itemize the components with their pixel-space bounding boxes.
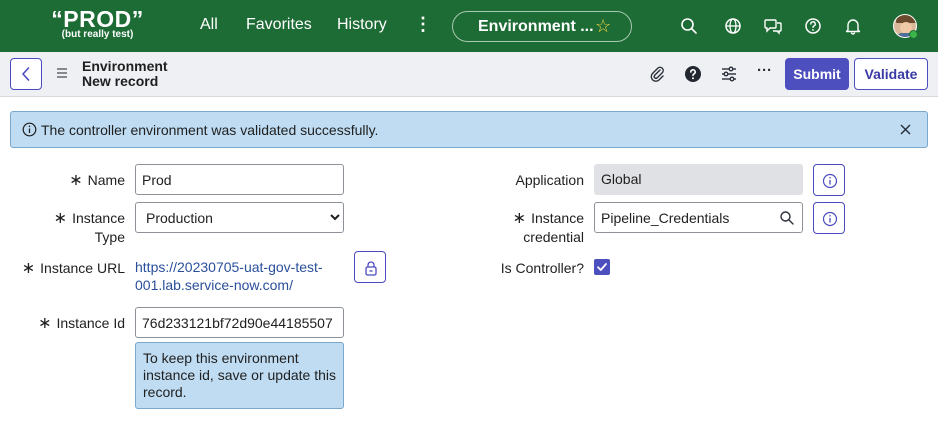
unlock-url-button[interactable] bbox=[354, 251, 386, 283]
more-options-icon[interactable]: ··· bbox=[757, 62, 772, 79]
lock-icon bbox=[365, 261, 377, 276]
required-icon: ∗ bbox=[21, 260, 36, 277]
is-controller-checkbox[interactable] bbox=[594, 259, 610, 275]
required-icon: ∗ bbox=[38, 315, 52, 332]
help-icon[interactable] bbox=[803, 16, 823, 36]
record-title: Environment New record bbox=[82, 59, 168, 89]
application-value: Global bbox=[594, 164, 803, 195]
back-button[interactable] bbox=[10, 58, 42, 90]
validate-button[interactable]: Validate bbox=[854, 58, 928, 90]
form-header: Environment New record ··· Submit Valida… bbox=[0, 52, 938, 97]
is-controller-label: Is Controller? bbox=[500, 260, 584, 276]
context-pill[interactable]: Environment ... ☆ bbox=[452, 11, 632, 42]
success-notification: The controller environment was validated… bbox=[10, 111, 928, 148]
nav-all[interactable]: All bbox=[200, 16, 218, 34]
info-icon bbox=[822, 173, 838, 189]
star-icon[interactable]: ☆ bbox=[595, 16, 611, 37]
instance-credential-input[interactable] bbox=[594, 202, 772, 233]
logo-main-text: “PROD” bbox=[51, 6, 144, 32]
bell-icon[interactable] bbox=[843, 16, 863, 36]
top-banner: “PROD” (but really test) All Favorites H… bbox=[0, 0, 938, 52]
chevron-left-icon bbox=[22, 67, 30, 81]
notification-message: The controller environment was validated… bbox=[41, 122, 379, 138]
credential-info-button[interactable] bbox=[813, 202, 845, 234]
context-menu-icon[interactable] bbox=[56, 67, 68, 79]
info-icon bbox=[822, 211, 838, 227]
name-input[interactable] bbox=[135, 164, 344, 195]
instance-logo[interactable]: “PROD” (but really test) bbox=[50, 8, 145, 40]
nav-favorites[interactable]: Favorites bbox=[246, 16, 312, 34]
record-state: New record bbox=[82, 73, 159, 89]
logo-sub-text: (but really test) bbox=[61, 29, 134, 40]
info-icon bbox=[22, 122, 37, 137]
instance-type-label: ∗ Instance Type bbox=[53, 210, 125, 245]
instance-url-label: ∗ Instance URL bbox=[21, 260, 125, 277]
required-icon: ∗ bbox=[512, 210, 527, 227]
application-label: Application bbox=[515, 172, 585, 188]
instance-url-link[interactable]: https://20230705-uat-gov-test-001.lab.se… bbox=[135, 258, 340, 294]
checkmark-icon bbox=[597, 263, 607, 271]
search-icon bbox=[780, 211, 794, 225]
instance-id-label: ∗ Instance Id bbox=[38, 315, 125, 332]
close-icon[interactable] bbox=[899, 123, 912, 136]
instance-id-input[interactable] bbox=[135, 307, 344, 338]
name-label: ∗ Name bbox=[69, 172, 125, 189]
record-type: Environment bbox=[82, 58, 168, 74]
instance-id-hint: To keep this environment instance id, sa… bbox=[135, 342, 344, 409]
submit-button[interactable]: Submit bbox=[785, 58, 849, 90]
presence-dot bbox=[909, 30, 918, 39]
instance-type-select[interactable]: Production bbox=[135, 202, 344, 233]
context-title: Environment ... bbox=[478, 18, 594, 35]
paperclip-icon[interactable] bbox=[647, 64, 667, 84]
settings-sliders-icon[interactable] bbox=[719, 64, 739, 84]
instance-credential-label: ∗ Instance credential bbox=[512, 210, 584, 245]
credential-lookup-button[interactable] bbox=[771, 202, 803, 233]
required-icon: ∗ bbox=[53, 210, 68, 227]
globe-icon[interactable] bbox=[723, 16, 743, 36]
nav-more-icon[interactable]: ⋮ bbox=[414, 14, 432, 35]
nav-history[interactable]: History bbox=[337, 16, 387, 34]
application-info-button[interactable] bbox=[813, 164, 845, 196]
chat-icon[interactable] bbox=[763, 16, 783, 36]
search-icon[interactable] bbox=[679, 16, 699, 36]
required-icon: ∗ bbox=[69, 172, 83, 189]
help-circle-icon[interactable] bbox=[683, 64, 703, 84]
